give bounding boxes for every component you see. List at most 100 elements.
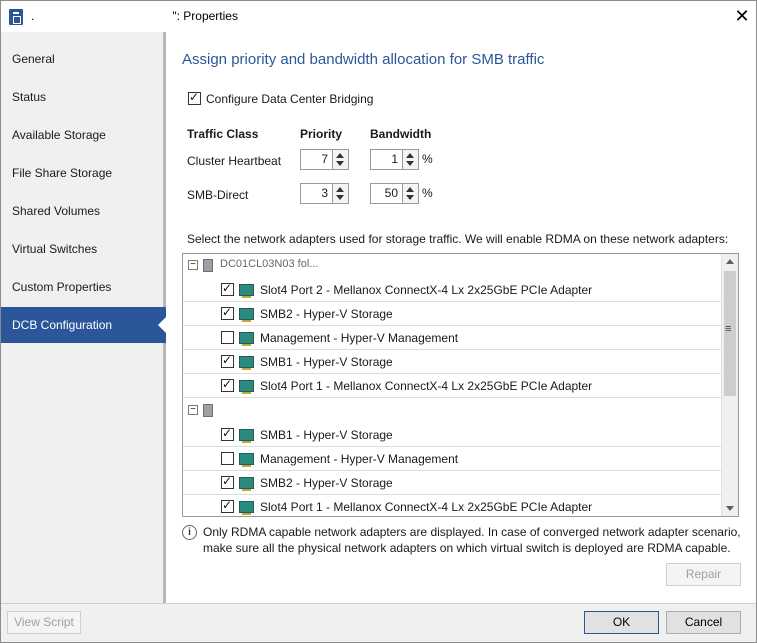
- vertical-scrollbar[interactable]: [721, 254, 738, 516]
- list-item[interactable]: SMB1 - Hyper-V Storage: [183, 423, 723, 447]
- adapter-checkbox[interactable]: [221, 331, 234, 344]
- spin-up-icon[interactable]: [406, 153, 414, 158]
- close-icon[interactable]: ✕: [731, 5, 753, 27]
- server-name: DC01CL03N03 fol...: [220, 258, 319, 270]
- server-group[interactable]: − DC01CL03N03 fol...: [183, 254, 723, 278]
- info-icon: i: [182, 525, 197, 540]
- adapter-label: Slot4 Port 2 - Mellanox ConnectX-4 Lx 2x…: [260, 283, 593, 297]
- list-item[interactable]: SMB2 - Hyper-V Storage: [183, 471, 723, 495]
- header-bandwidth: Bandwidth: [370, 127, 432, 141]
- sidebar: General Status Available Storage File Sh…: [1, 32, 166, 603]
- adapter-label: SMB2 - Hyper-V Storage: [260, 307, 393, 321]
- sidebar-item-status[interactable]: Status: [1, 79, 163, 115]
- adapter-label: SMB1 - Hyper-V Storage: [260, 355, 393, 369]
- adapter-select-instruction: Select the network adapters used for sto…: [187, 232, 729, 246]
- network-adapter-icon: [239, 308, 254, 322]
- adapter-checkbox[interactable]: [221, 353, 234, 368]
- spin-down-icon[interactable]: [336, 195, 344, 200]
- collapse-icon[interactable]: −: [188, 260, 198, 270]
- server-icon: [203, 259, 213, 272]
- network-adapter-icon: [239, 501, 254, 515]
- sidebar-item-available-storage[interactable]: Available Storage: [1, 117, 163, 153]
- list-item[interactable]: SMB2 - Hyper-V Storage: [183, 302, 723, 326]
- sidebar-item-shared-volumes[interactable]: Shared Volumes: [1, 193, 163, 229]
- dcb-checkbox-label: Configure Data Center Bridging: [206, 91, 374, 106]
- spin-up-icon[interactable]: [406, 187, 414, 192]
- sidebar-item-general[interactable]: General: [1, 41, 163, 77]
- info-text: Only RDMA capable network adapters are d…: [203, 525, 741, 555]
- network-adapter-icon: [239, 453, 254, 467]
- list-item[interactable]: Management - Hyper-V Management: [183, 326, 723, 350]
- page-title: Assign priority and bandwidth allocation…: [182, 51, 545, 68]
- adapter-checkbox[interactable]: [221, 426, 234, 441]
- traffic-class-label: SMB-Direct: [187, 188, 249, 202]
- bandwidth-spin-arrows[interactable]: [403, 149, 419, 170]
- network-adapter-icon: [239, 380, 254, 394]
- traffic-class-label: Cluster Heartbeat: [187, 154, 282, 168]
- adapter-label: Management - Hyper-V Management: [260, 452, 459, 466]
- header-priority: Priority: [300, 127, 343, 141]
- adapter-list[interactable]: − DC01CL03N03 fol... Slot4 Port 2 - Mell…: [182, 253, 739, 517]
- list-item[interactable]: Slot4 Port 2 - Mellanox ConnectX-4 Lx 2x…: [183, 278, 723, 302]
- priority-value[interactable]: 3: [300, 183, 333, 204]
- main-panel: Assign priority and bandwidth allocation…: [166, 32, 756, 603]
- spin-down-icon[interactable]: [406, 161, 414, 166]
- spin-down-icon[interactable]: [406, 195, 414, 200]
- adapter-label: Slot4 Port 1 - Mellanox ConnectX-4 Lx 2x…: [260, 500, 593, 514]
- adapter-label: Management - Hyper-V Management: [260, 331, 459, 345]
- title-redacted: [34, 10, 172, 20]
- network-adapter-icon: [239, 477, 254, 491]
- spin-down-icon[interactable]: [336, 161, 344, 166]
- ok-button[interactable]: OK: [584, 611, 659, 634]
- scroll-thumb[interactable]: [724, 271, 736, 396]
- priority-spin-arrows[interactable]: [333, 183, 349, 204]
- priority-spin-arrows[interactable]: [333, 149, 349, 170]
- adapter-label: SMB1 - Hyper-V Storage: [260, 428, 393, 442]
- view-script-button[interactable]: View Script: [7, 611, 81, 634]
- server-group[interactable]: −: [183, 399, 723, 423]
- percent-unit: %: [422, 186, 433, 200]
- sidebar-item-file-share-storage[interactable]: File Share Storage: [1, 155, 163, 191]
- adapter-checkbox[interactable]: [221, 305, 234, 320]
- server-icon: [203, 404, 213, 417]
- spin-up-icon[interactable]: [336, 153, 344, 158]
- adapter-label: SMB2 - Hyper-V Storage: [260, 476, 393, 490]
- list-item[interactable]: Management - Hyper-V Management: [183, 447, 723, 471]
- collapse-icon[interactable]: −: [188, 405, 198, 415]
- adapter-checkbox[interactable]: [221, 452, 234, 465]
- scroll-up-icon[interactable]: [726, 259, 734, 264]
- dcb-checkbox-row[interactable]: Configure Data Center Bridging: [188, 90, 374, 106]
- properties-dialog: . ": Properties ✕ General Status Availabl…: [0, 0, 757, 643]
- network-adapter-icon: [239, 284, 254, 298]
- title-bar: . ": Properties ✕: [1, 1, 756, 32]
- footer-bar: View Script OK Cancel: [1, 603, 756, 642]
- spin-up-icon[interactable]: [336, 187, 344, 192]
- dcb-checkbox[interactable]: [188, 90, 201, 106]
- window-title: . ": Properties: [31, 9, 238, 23]
- network-adapter-icon: [239, 332, 254, 346]
- sidebar-item-virtual-switches[interactable]: Virtual Switches: [1, 231, 163, 267]
- list-item[interactable]: Slot4 Port 1 - Mellanox ConnectX-4 Lx 2x…: [183, 495, 723, 516]
- cancel-button[interactable]: Cancel: [666, 611, 741, 634]
- sidebar-item-dcb-configuration[interactable]: DCB Configuration: [1, 307, 166, 343]
- adapter-checkbox[interactable]: [221, 281, 234, 296]
- adapter-label: Slot4 Port 1 - Mellanox ConnectX-4 Lx 2x…: [260, 379, 593, 393]
- title-suffix: ": Properties: [172, 9, 238, 23]
- adapter-checkbox[interactable]: [221, 498, 234, 513]
- app-icon: [9, 9, 23, 25]
- repair-button[interactable]: Repair: [666, 563, 741, 586]
- adapter-checkbox[interactable]: [221, 474, 234, 489]
- scroll-down-icon[interactable]: [726, 506, 734, 511]
- bandwidth-spin-arrows[interactable]: [403, 183, 419, 204]
- network-adapter-icon: [239, 356, 254, 370]
- list-item[interactable]: SMB1 - Hyper-V Storage: [183, 350, 723, 374]
- network-adapter-icon: [239, 429, 254, 443]
- percent-unit: %: [422, 152, 433, 166]
- sidebar-item-custom-properties[interactable]: Custom Properties: [1, 269, 163, 305]
- list-item[interactable]: Slot4 Port 1 - Mellanox ConnectX-4 Lx 2x…: [183, 374, 723, 398]
- bandwidth-value[interactable]: 50: [370, 183, 403, 204]
- header-traffic-class: Traffic Class: [187, 127, 259, 141]
- priority-value[interactable]: 7: [300, 149, 333, 170]
- bandwidth-value[interactable]: 1: [370, 149, 403, 170]
- adapter-checkbox[interactable]: [221, 377, 234, 392]
